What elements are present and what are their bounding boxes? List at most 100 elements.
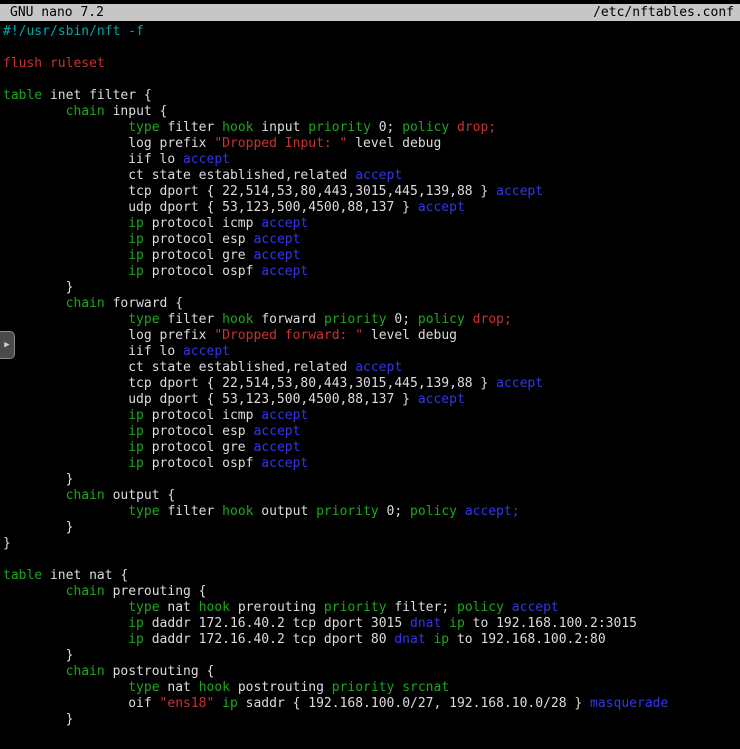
code-token: type bbox=[128, 680, 159, 695]
code-token: postrouting bbox=[230, 680, 332, 695]
code-token: protocol icmp bbox=[144, 216, 261, 231]
code-line: udp dport { 53,123,500,4500,88,137 } acc… bbox=[3, 392, 740, 408]
code-token: oif bbox=[3, 696, 160, 711]
code-token: priority bbox=[308, 120, 371, 135]
code-token bbox=[3, 600, 128, 615]
code-token bbox=[3, 104, 66, 119]
code-token: nat bbox=[160, 600, 199, 615]
code-token: type bbox=[128, 312, 159, 327]
code-token: to 192.168.100.2:80 bbox=[449, 632, 606, 647]
code-line: chain prerouting { bbox=[3, 584, 740, 600]
code-token bbox=[3, 296, 66, 311]
code-token: forward { bbox=[105, 296, 183, 311]
code-token: ip bbox=[222, 696, 238, 711]
code-line: type nat hook postrouting priority srcna… bbox=[3, 680, 740, 696]
code-token: policy bbox=[457, 600, 504, 615]
code-token: daddr 172.16.40.2 tcp dport 3015 bbox=[144, 616, 410, 631]
code-token: log prefix bbox=[3, 136, 214, 151]
code-token: ip bbox=[128, 456, 144, 471]
code-token: policy bbox=[402, 120, 449, 135]
code-line: log prefix "Dropped forward: " level deb… bbox=[3, 328, 740, 344]
code-token: input bbox=[253, 120, 308, 135]
code-line: chain output { bbox=[3, 488, 740, 504]
code-line: ip daddr 172.16.40.2 tcp dport 3015 dnat… bbox=[3, 616, 740, 632]
code-token: level debug bbox=[363, 328, 457, 343]
code-token bbox=[214, 696, 222, 711]
code-token bbox=[465, 312, 473, 327]
code-line: type nat hook prerouting priority filter… bbox=[3, 600, 740, 616]
code-line: ip protocol icmp accept bbox=[3, 408, 740, 424]
code-token: 0; bbox=[371, 120, 402, 135]
code-token: accept bbox=[261, 216, 308, 231]
code-token bbox=[457, 504, 465, 519]
code-line: type filter hook output priority 0; poli… bbox=[3, 504, 740, 520]
code-token: protocol esp bbox=[144, 424, 254, 439]
code-token: flush ruleset bbox=[3, 56, 105, 71]
code-line: type filter hook forward priority 0; pol… bbox=[3, 312, 740, 328]
code-token: ip bbox=[128, 408, 144, 423]
code-token: #!/usr/sbin/nft -f bbox=[3, 24, 144, 39]
code-line: ip protocol gre accept bbox=[3, 440, 740, 456]
code-token bbox=[3, 456, 128, 471]
code-token: } bbox=[3, 712, 73, 727]
code-token: ip bbox=[128, 632, 144, 647]
code-line: } bbox=[3, 280, 740, 296]
code-token: udp dport { 53,123,500,4500,88,137 } bbox=[3, 200, 418, 215]
code-token: ip bbox=[128, 616, 144, 631]
code-token: hook bbox=[222, 504, 253, 519]
code-line: ip protocol esp accept bbox=[3, 232, 740, 248]
code-token: to 192.168.100.2:3015 bbox=[465, 616, 637, 631]
code-token: output { bbox=[105, 488, 175, 503]
code-token bbox=[3, 232, 128, 247]
code-line: oif "ens18" ip saddr { 192.168.100.0/27,… bbox=[3, 696, 740, 712]
code-token: accept; bbox=[465, 504, 520, 519]
code-line: flush ruleset bbox=[3, 56, 740, 72]
code-token bbox=[3, 264, 128, 279]
code-token: prerouting { bbox=[105, 584, 207, 599]
code-token: dnat bbox=[410, 616, 441, 631]
code-token bbox=[3, 504, 128, 519]
code-token: ct state established,related bbox=[3, 360, 355, 375]
code-token bbox=[504, 600, 512, 615]
code-token: log prefix bbox=[3, 328, 214, 343]
code-token: protocol gre bbox=[144, 440, 254, 455]
code-token: level debug bbox=[347, 136, 441, 151]
code-line bbox=[3, 72, 740, 88]
code-line: udp dport { 53,123,500,4500,88,137 } acc… bbox=[3, 200, 740, 216]
code-token: protocol gre bbox=[144, 248, 254, 263]
code-token: tcp dport { 22,514,53,80,443,3015,445,13… bbox=[3, 184, 496, 199]
code-token: table bbox=[3, 568, 42, 583]
code-token bbox=[3, 680, 128, 695]
code-token bbox=[3, 248, 128, 263]
code-token: output bbox=[253, 504, 316, 519]
code-line: table inet filter { bbox=[3, 88, 740, 104]
code-token: 0; bbox=[387, 312, 418, 327]
code-token: hook bbox=[222, 120, 253, 135]
code-line: ip protocol ospf accept bbox=[3, 456, 740, 472]
file-path: /etc/nftables.conf bbox=[593, 5, 734, 21]
code-token: postrouting { bbox=[105, 664, 215, 679]
code-area[interactable]: #!/usr/sbin/nft -f flush ruleset table ine… bbox=[0, 21, 740, 728]
code-line: type filter hook input priority 0; polic… bbox=[3, 120, 740, 136]
code-token: ip bbox=[128, 248, 144, 263]
code-token: chain bbox=[66, 488, 105, 503]
code-token: ip bbox=[433, 632, 449, 647]
code-token: ip bbox=[128, 232, 144, 247]
code-token: drop; bbox=[473, 312, 512, 327]
expand-arrow-icon: ▶ bbox=[4, 337, 9, 353]
code-token: ip bbox=[128, 264, 144, 279]
code-token: protocol icmp bbox=[144, 408, 261, 423]
code-token: table bbox=[3, 88, 42, 103]
code-line: table inet nat { bbox=[3, 568, 740, 584]
code-token: "Dropped forward: " bbox=[214, 328, 363, 343]
code-line: ip protocol icmp accept bbox=[3, 216, 740, 232]
code-token: hook bbox=[199, 680, 230, 695]
code-line: chain forward { bbox=[3, 296, 740, 312]
code-token: ip bbox=[128, 216, 144, 231]
terminal-screen: GNU nano 7.2 /etc/nftables.conf #!/usr/s… bbox=[0, 0, 740, 749]
code-line: ip protocol gre accept bbox=[3, 248, 740, 264]
code-token: protocol ospf bbox=[144, 456, 261, 471]
side-panel-toggle[interactable]: ▶ bbox=[0, 331, 15, 359]
code-token: drop; bbox=[457, 120, 496, 135]
code-token: policy bbox=[410, 504, 457, 519]
